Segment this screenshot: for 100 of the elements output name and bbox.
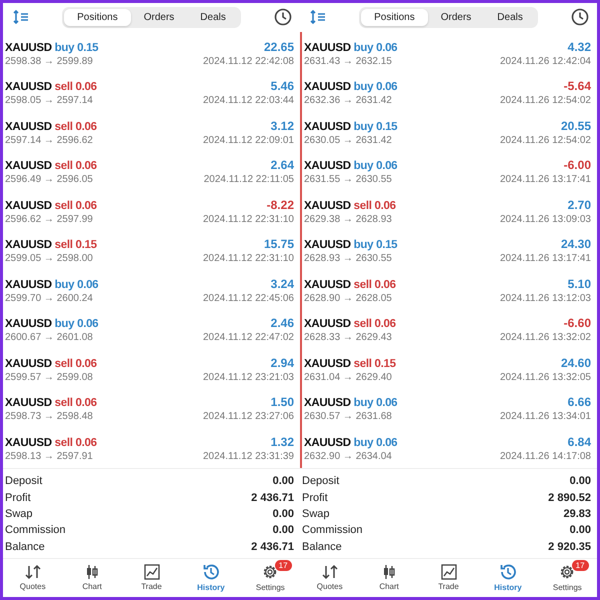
summary-value: 0.00 [272,524,294,536]
notification-badge: 17 [274,560,292,571]
trade-time: 2024.11.12 22:31:10 [202,253,294,264]
summary-label: Commission [5,524,66,536]
trade-time: 2024.11.26 12:42:04 [500,56,591,67]
trade-title: XAUUSD sell 0.06 [5,397,97,410]
clock-icon[interactable] [274,8,292,26]
summary-value: 0.00 [272,475,294,488]
candlestick-icon [84,564,100,580]
trade-title: XAUUSD sell 0.06 [304,278,396,291]
trade-prices: 2599.70 → 2600.24 [5,292,93,304]
trade-title: XAUUSD sell 0.06 [5,436,97,449]
trade-prices: 2599.57 → 2599.08 [5,372,93,383]
line-chart-icon [144,564,160,580]
summary-value: 0.00 [570,524,591,536]
sort-icon[interactable] [13,10,29,24]
trade-prices: 2630.57 → 2631.68 [304,411,392,422]
nav-item[interactable]: Quotes [3,558,62,597]
trade-time: 2024.11.12 23:27:06 [202,411,294,422]
nav-item[interactable]: Trade [418,558,478,597]
trade-title: XAUUSD sell 0.06 [5,358,97,370]
trade-title: XAUUSD sell 0.06 [5,81,97,94]
summary-label: Balance [5,540,45,553]
summary-value: 2 436.71 [251,492,294,504]
trade-prices: 2600.67 → 2601.08 [5,332,93,344]
trade-prices: 2629.38 → 2628.93 [304,214,392,225]
trade-title: XAUUSD buy 0.06 [5,318,98,330]
summary-label: Swap [5,508,33,520]
trade-prices: 2598.38 → 2599.89 [5,56,93,67]
trade-time: 2024.11.26 12:54:02 [500,95,591,106]
summary-label: Profit [5,492,31,504]
trade-title: XAUUSD sell 0.06 [5,120,97,133]
nav-item[interactable]: Settings 17 [538,558,598,597]
trade-profit: 15.75 [264,237,294,252]
nav-item[interactable]: Chart [359,558,419,597]
trade-profit: 1.50 [270,395,294,410]
trade-prices: 2599.05 → 2598.00 [5,253,93,264]
trade-time: 2024.11.12 22:31:10 [202,214,294,225]
trade-profit: -6.60 [564,316,591,330]
trade-time: 2024.11.26 13:32:05 [500,372,591,383]
trade-prices: 2598.13 → 2597.91 [5,450,93,462]
nav-item[interactable]: Trade [122,558,182,597]
trade-prices: 2597.14 → 2596.62 [5,134,93,146]
trade-time: 2024.11.12 23:21:03 [202,372,294,383]
trade-profit: 5.10 [568,276,591,291]
summary-label: Profit [302,492,328,504]
trade-profit: 22.65 [264,40,294,54]
candlestick-icon [381,564,398,580]
trade-prices: 2631.43 → 2632.15 [304,56,392,67]
trade-profit: 2.94 [270,356,294,370]
trade-profit: 5.46 [270,79,294,94]
nav-item[interactable]: Quotes [300,558,360,597]
trade-time: 2024.11.12 22:03:44 [202,95,294,106]
trade-profit: -8.22 [266,198,294,212]
trade-time: 2024.11.12 22:42:08 [202,56,294,67]
trade-time: 2024.11.12 22:45:06 [202,292,294,304]
trade-title: XAUUSD buy 0.06 [5,278,98,291]
tab[interactable]: Deals [187,8,239,26]
history-icon [202,563,220,582]
tab[interactable]: Positions [361,8,428,26]
trade-profit: 24.30 [560,237,591,252]
trade-prices: 2596.49 → 2596.05 [5,174,93,186]
nav-item[interactable]: History [181,558,241,597]
trade-profit: -6.00 [564,158,591,172]
trade-profit: 4.32 [568,40,591,54]
trade-time: 2024.11.26 13:09:03 [500,214,591,225]
trade-prices: 2628.90 → 2628.05 [304,292,392,304]
nav-item[interactable]: Chart [62,558,122,597]
trade-time: 2024.11.26 13:32:02 [500,332,591,344]
tab[interactable]: Deals [484,8,536,26]
trade-title: XAUUSD buy 0.15 [304,239,398,252]
summary-value: 29.83 [563,508,591,520]
trade-profit: 2.64 [270,158,294,172]
trade-title: XAUUSD buy 0.15 [5,42,98,54]
trade-time: 2024.11.26 13:17:41 [500,174,591,186]
summary-value: 2 920.35 [548,540,591,553]
trade-time: 2024.11.12 22:11:05 [204,174,294,186]
trade-prices: 2632.36 → 2631.42 [304,95,392,106]
trade-time: 2024.11.12 23:31:39 [202,450,294,462]
notification-badge: 17 [572,560,589,571]
trade-prices: 2631.55 → 2630.55 [304,174,392,186]
trade-time: 2024.11.26 12:54:02 [500,134,591,146]
nav-item[interactable]: Settings 17 [240,558,300,597]
trade-title: XAUUSD buy 0.06 [304,160,398,172]
trade-title: XAUUSD buy 0.06 [304,397,398,410]
trade-time: 2024.11.26 14:17:08 [500,450,591,462]
arrows-icon [24,564,42,580]
arrows-icon [320,564,339,580]
sort-icon[interactable] [310,10,326,24]
trade-title: XAUUSD sell 0.06 [5,200,97,212]
trade-time: 2024.11.12 22:47:02 [202,332,294,344]
trade-title: XAUUSD buy 0.06 [304,436,398,449]
trade-title: XAUUSD sell 0.06 [304,200,396,212]
trade-profit: 6.84 [568,434,591,449]
clock-icon[interactable] [571,8,589,26]
tab[interactable]: Orders [130,8,188,26]
tab[interactable]: Positions [64,8,131,26]
tab[interactable]: Orders [428,8,484,26]
nav-item[interactable]: History [478,558,538,597]
summary-value: 0.00 [272,508,294,520]
